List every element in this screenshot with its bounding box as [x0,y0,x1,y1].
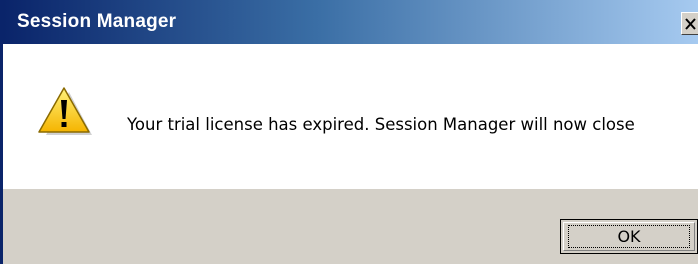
dialog-body: Your trial license has expired. Session … [3,44,698,189]
close-button[interactable] [681,12,698,35]
ok-button-face: OK [563,222,695,251]
window-title: Session Manager [17,11,177,32]
close-icon [685,18,696,30]
title-bar[interactable]: Session Manager [3,0,698,44]
dialog-message: Your trial license has expired. Session … [127,115,635,134]
dialog-window: Session Manager Your trial license has e… [0,0,698,264]
ok-button-label: OK [568,225,690,248]
dialog-footer: OK [3,189,698,264]
warning-icon [37,86,93,138]
ok-button[interactable]: OK [560,219,698,254]
